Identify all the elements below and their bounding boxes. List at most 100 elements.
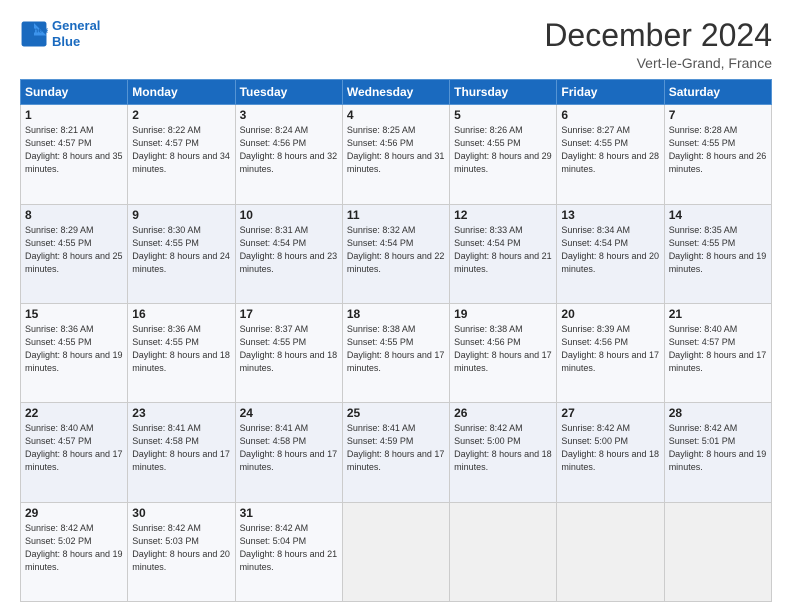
day-info: Sunrise: 8:37 AMSunset: 4:55 PMDaylight:…: [240, 323, 338, 375]
day-number: 12: [454, 208, 552, 222]
calendar-week-row: 15Sunrise: 8:36 AMSunset: 4:55 PMDayligh…: [21, 303, 772, 402]
day-info: Sunrise: 8:39 AMSunset: 4:56 PMDaylight:…: [561, 323, 659, 375]
day-info: Sunrise: 8:24 AMSunset: 4:56 PMDaylight:…: [240, 124, 338, 176]
day-number: 11: [347, 208, 445, 222]
day-info: Sunrise: 8:36 AMSunset: 4:55 PMDaylight:…: [132, 323, 230, 375]
calendar-cell: 1 Sunrise: 8:21 AMSunset: 4:57 PMDaylight…: [21, 105, 128, 204]
calendar-cell: 30 Sunrise: 8:42 AMSunset: 5:03 PMDayligh…: [128, 502, 235, 601]
calendar-cell: 14Sunrise: 8:35 AMSunset: 4:55 PMDayligh…: [664, 204, 771, 303]
day-info: Sunrise: 8:30 AMSunset: 4:55 PMDaylight:…: [132, 224, 230, 276]
day-number: 19: [454, 307, 552, 321]
calendar-cell: 12 Sunrise: 8:33 AMSunset: 4:54 PMDayligh…: [450, 204, 557, 303]
col-header-thursday: Thursday: [450, 80, 557, 105]
day-info: Sunrise: 8:32 AMSunset: 4:54 PMDaylight:…: [347, 224, 445, 276]
calendar-cell: 31 Sunrise: 8:42 AMSunset: 5:04 PMDayligh…: [235, 502, 342, 601]
calendar-cell: 3 Sunrise: 8:24 AMSunset: 4:56 PMDaylight…: [235, 105, 342, 204]
day-info: Sunrise: 8:40 AMSunset: 4:57 PMDaylight:…: [25, 422, 123, 474]
calendar-cell: 23Sunrise: 8:41 AMSunset: 4:58 PMDayligh…: [128, 403, 235, 502]
day-number: 25: [347, 406, 445, 420]
day-info: Sunrise: 8:27 AMSunset: 4:55 PMDaylight:…: [561, 124, 659, 176]
day-number: 24: [240, 406, 338, 420]
calendar-cell: 15Sunrise: 8:36 AMSunset: 4:55 PMDayligh…: [21, 303, 128, 402]
col-header-tuesday: Tuesday: [235, 80, 342, 105]
col-header-wednesday: Wednesday: [342, 80, 449, 105]
calendar-cell: 29 Sunrise: 8:42 AMSunset: 5:02 PMDayligh…: [21, 502, 128, 601]
calendar-cell: [557, 502, 664, 601]
day-number: 29: [25, 506, 123, 520]
day-info: Sunrise: 8:40 AMSunset: 4:57 PMDaylight:…: [669, 323, 767, 375]
day-info: Sunrise: 8:41 AMSunset: 4:58 PMDaylight:…: [240, 422, 338, 474]
day-number: 14: [669, 208, 767, 222]
calendar-cell: 26Sunrise: 8:42 AMSunset: 5:00 PMDayligh…: [450, 403, 557, 502]
calendar-cell: 20 Sunrise: 8:39 AMSunset: 4:56 PMDayligh…: [557, 303, 664, 402]
day-number: 28: [669, 406, 767, 420]
day-info: Sunrise: 8:21 AMSunset: 4:57 PMDaylight:…: [25, 124, 123, 176]
page: General Blue General Blue December 2024 …: [0, 0, 792, 612]
calendar-cell: 17 Sunrise: 8:37 AMSunset: 4:55 PMDayligh…: [235, 303, 342, 402]
calendar-cell: 18Sunrise: 8:38 AMSunset: 4:55 PMDayligh…: [342, 303, 449, 402]
col-header-friday: Friday: [557, 80, 664, 105]
day-number: 3: [240, 108, 338, 122]
day-info: Sunrise: 8:29 AMSunset: 4:55 PMDaylight:…: [25, 224, 123, 276]
calendar-cell: [664, 502, 771, 601]
day-number: 23: [132, 406, 230, 420]
calendar-cell: 25 Sunrise: 8:41 AMSunset: 4:59 PMDayligh…: [342, 403, 449, 502]
title-block: December 2024 Vert-le-Grand, France: [544, 18, 772, 71]
calendar-week-row: 22 Sunrise: 8:40 AMSunset: 4:57 PMDayligh…: [21, 403, 772, 502]
day-info: Sunrise: 8:42 AMSunset: 5:04 PMDaylight:…: [240, 522, 338, 574]
day-number: 9: [132, 208, 230, 222]
day-number: 4: [347, 108, 445, 122]
day-number: 22: [25, 406, 123, 420]
day-number: 27: [561, 406, 659, 420]
day-number: 17: [240, 307, 338, 321]
calendar-cell: 8 Sunrise: 8:29 AMSunset: 4:55 PMDaylight…: [21, 204, 128, 303]
day-number: 6: [561, 108, 659, 122]
calendar-week-row: 8 Sunrise: 8:29 AMSunset: 4:55 PMDaylight…: [21, 204, 772, 303]
day-info: Sunrise: 8:41 AMSunset: 4:59 PMDaylight:…: [347, 422, 445, 474]
col-header-monday: Monday: [128, 80, 235, 105]
calendar-week-row: 29 Sunrise: 8:42 AMSunset: 5:02 PMDayligh…: [21, 502, 772, 601]
day-number: 10: [240, 208, 338, 222]
day-number: 18: [347, 307, 445, 321]
col-header-saturday: Saturday: [664, 80, 771, 105]
calendar-week-row: 1 Sunrise: 8:21 AMSunset: 4:57 PMDaylight…: [21, 105, 772, 204]
svg-text:Blue: Blue: [23, 34, 41, 43]
day-number: 7: [669, 108, 767, 122]
calendar: SundayMondayTuesdayWednesdayThursdayFrid…: [20, 79, 772, 602]
day-number: 31: [240, 506, 338, 520]
calendar-cell: 2 Sunrise: 8:22 AMSunset: 4:57 PMDaylight…: [128, 105, 235, 204]
day-info: Sunrise: 8:38 AMSunset: 4:56 PMDaylight:…: [454, 323, 552, 375]
svg-text:General: General: [23, 25, 48, 34]
day-info: Sunrise: 8:36 AMSunset: 4:55 PMDaylight:…: [25, 323, 123, 375]
day-info: Sunrise: 8:42 AMSunset: 5:03 PMDaylight:…: [132, 522, 230, 574]
logo-blue: Blue: [52, 34, 100, 50]
day-info: Sunrise: 8:22 AMSunset: 4:57 PMDaylight:…: [132, 124, 230, 176]
logo: General Blue General Blue: [20, 18, 100, 49]
day-number: 20: [561, 307, 659, 321]
day-info: Sunrise: 8:28 AMSunset: 4:55 PMDaylight:…: [669, 124, 767, 176]
calendar-cell: [342, 502, 449, 601]
calendar-cell: 7 Sunrise: 8:28 AMSunset: 4:55 PMDaylight…: [664, 105, 771, 204]
calendar-cell: 22 Sunrise: 8:40 AMSunset: 4:57 PMDayligh…: [21, 403, 128, 502]
calendar-cell: 28Sunrise: 8:42 AMSunset: 5:01 PMDayligh…: [664, 403, 771, 502]
day-number: 8: [25, 208, 123, 222]
day-info: Sunrise: 8:42 AMSunset: 5:02 PMDaylight:…: [25, 522, 123, 574]
calendar-header-row: SundayMondayTuesdayWednesdayThursdayFrid…: [21, 80, 772, 105]
col-header-sunday: Sunday: [21, 80, 128, 105]
day-info: Sunrise: 8:42 AMSunset: 5:00 PMDaylight:…: [561, 422, 659, 474]
calendar-cell: 5Sunrise: 8:26 AMSunset: 4:55 PMDaylight…: [450, 105, 557, 204]
main-title: December 2024: [544, 18, 772, 53]
calendar-cell: 24 Sunrise: 8:41 AMSunset: 4:58 PMDayligh…: [235, 403, 342, 502]
calendar-cell: 21Sunrise: 8:40 AMSunset: 4:57 PMDayligh…: [664, 303, 771, 402]
day-number: 30: [132, 506, 230, 520]
day-info: Sunrise: 8:33 AMSunset: 4:54 PMDaylight:…: [454, 224, 552, 276]
day-info: Sunrise: 8:31 AMSunset: 4:54 PMDaylight:…: [240, 224, 338, 276]
day-number: 5: [454, 108, 552, 122]
subtitle: Vert-le-Grand, France: [544, 55, 772, 71]
day-number: 1: [25, 108, 123, 122]
logo-general: General: [52, 18, 100, 34]
day-number: 26: [454, 406, 552, 420]
calendar-cell: 16Sunrise: 8:36 AMSunset: 4:55 PMDayligh…: [128, 303, 235, 402]
day-number: 2: [132, 108, 230, 122]
calendar-cell: 19 Sunrise: 8:38 AMSunset: 4:56 PMDayligh…: [450, 303, 557, 402]
